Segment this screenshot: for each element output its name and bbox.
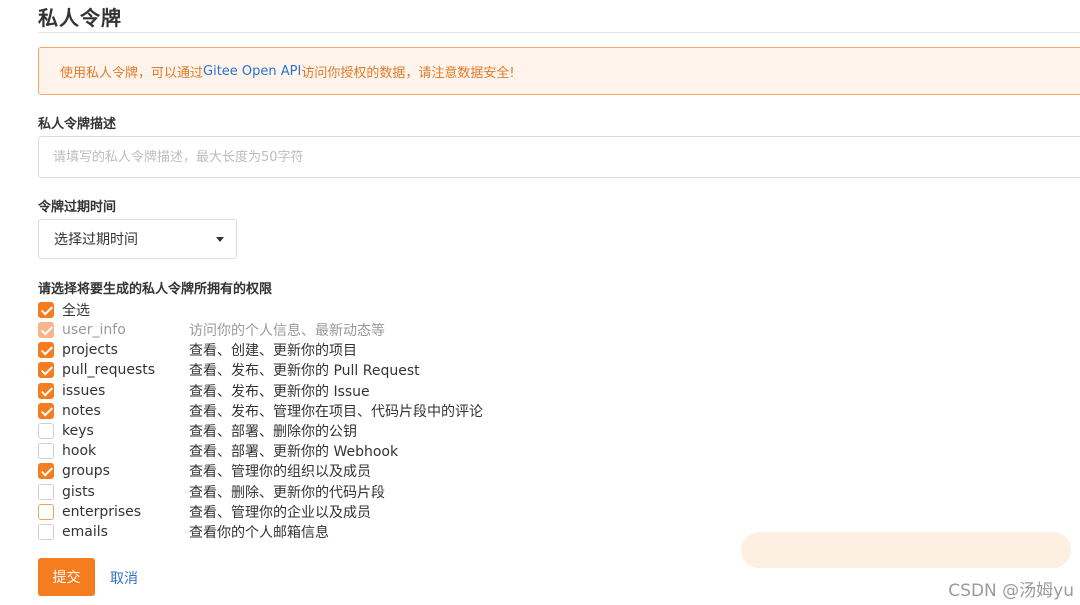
permission-name: projects (62, 342, 118, 359)
permission-description: 查看、删除、更新你的代码片段 (189, 484, 385, 501)
alert-api-link[interactable]: Gitee Open API (203, 64, 301, 79)
description-label: 私人令牌描述 (38, 117, 117, 132)
alert-prefix: 使用私人令牌，可以通过 (60, 65, 204, 81)
permission-row-notes[interactable]: notes 查看、发布、管理你在项目、代码片段中的评论 (38, 401, 558, 421)
permission-row-gists[interactable]: gists 查看、删除、更新你的代码片段 (38, 482, 558, 502)
permission-description: 查看、管理你的组织以及成员 (189, 464, 371, 481)
permission-row-user-info[interactable]: user_info 访问你的个人信息、最新动态等 (38, 320, 558, 340)
permission-row-enterprises[interactable]: enterprises 查看、管理你的企业以及成员 (38, 502, 558, 522)
permission-name: enterprises (62, 503, 142, 520)
permission-description: 查看、发布、管理你在项目、代码片段中的评论 (189, 403, 483, 420)
permission-name: emails (62, 524, 108, 540)
permission-row-projects[interactable]: projects 查看、创建、更新你的项目 (38, 340, 558, 360)
permissions-label: 请选择将要生成的私人令牌所拥有的权限 (38, 282, 273, 297)
expiration-select[interactable]: 选择过期时间 (38, 219, 237, 259)
permission-description: 访问你的个人信息、最新动态等 (189, 323, 385, 339)
expiration-selected-value: 选择过期时间 (54, 232, 138, 248)
permission-name: notes (62, 402, 101, 419)
permission-description: 查看、发布、更新你的 Pull Request (189, 363, 420, 380)
permission-checkbox[interactable] (38, 402, 54, 419)
permission-description: 查看、部署、删除你的公钥 (189, 424, 357, 440)
permission-name: issues (62, 382, 106, 399)
title-divider (38, 32, 1080, 33)
permission-name: user_info (62, 322, 126, 338)
security-alert: 使用私人令牌，可以通过 Gitee Open API 访问你授权的数据，请注意数… (38, 47, 1080, 95)
permission-row-groups[interactable]: groups 查看、管理你的组织以及成员 (38, 461, 558, 481)
permission-checkbox[interactable] (38, 382, 54, 399)
permission-checkbox[interactable] (38, 423, 54, 439)
alert-suffix: 访问你授权的数据，请注意数据安全! (301, 65, 515, 81)
permission-description: 查看、创建、更新你的项目 (189, 343, 357, 360)
select-all-row[interactable]: 全选 (38, 300, 558, 320)
permission-checkbox (38, 322, 54, 338)
submit-button[interactable]: 提交 (38, 558, 95, 596)
select-all-label: 全选 (62, 303, 90, 319)
expiration-label: 令牌过期时间 (38, 200, 117, 215)
permission-row-issues[interactable]: issues 查看、发布、更新你的 Issue (38, 381, 558, 401)
permission-description: 查看、部署、更新你的 Webhook (189, 444, 399, 461)
permission-checkbox[interactable] (38, 362, 54, 379)
permission-checkbox[interactable] (38, 503, 54, 520)
permission-checkbox[interactable] (38, 463, 54, 480)
permission-name: pull_requests (62, 362, 156, 379)
permission-description: 查看、管理你的企业以及成员 (189, 504, 371, 521)
permission-name: gists (62, 483, 95, 500)
permission-row-pull-requests[interactable]: pull_requests 查看、发布、更新你的 Pull Request (38, 360, 558, 380)
csdn-watermark: CSDN @汤姆yu (948, 581, 1074, 601)
permission-checkbox[interactable] (38, 443, 54, 460)
permission-description: 查看你的个人邮箱信息 (189, 525, 329, 541)
permission-checkbox[interactable] (38, 524, 54, 540)
select-all-checkbox[interactable] (38, 302, 54, 318)
permission-name: groups (62, 463, 110, 480)
permission-name: hook (62, 443, 97, 460)
permission-name: keys (62, 423, 94, 439)
description-input[interactable] (38, 136, 1080, 178)
permission-checkbox[interactable] (38, 342, 54, 359)
permission-description: 查看、发布、更新你的 Issue (189, 383, 370, 400)
permission-row-hook[interactable]: hook 查看、部署、更新你的 Webhook (38, 441, 558, 461)
permission-row-emails[interactable]: emails 查看你的个人邮箱信息 (38, 522, 558, 542)
caret-down-icon (216, 237, 224, 242)
page-title: 私人令牌 (38, 6, 122, 30)
permission-checkbox[interactable] (38, 483, 54, 500)
cancel-link[interactable]: 取消 (110, 568, 138, 588)
blurred-overlay (741, 532, 1071, 568)
permission-row-keys[interactable]: keys 查看、部署、删除你的公钥 (38, 421, 558, 441)
